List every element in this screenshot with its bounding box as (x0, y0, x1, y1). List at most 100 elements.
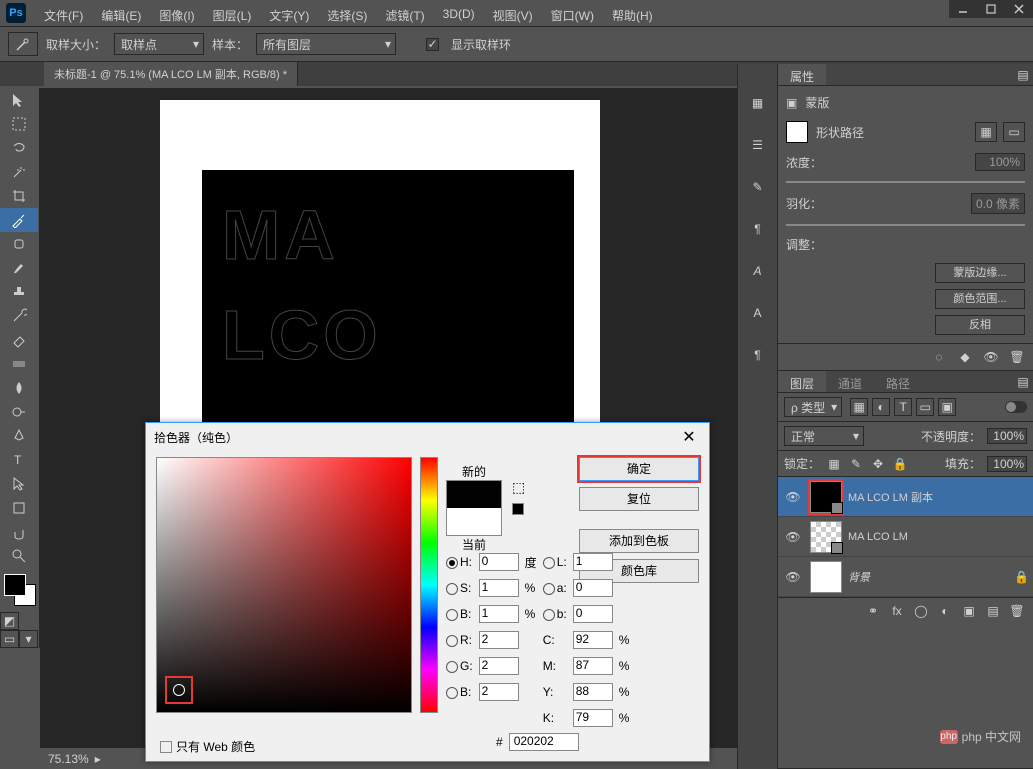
visibility-eye-icon[interactable]: 👁 (782, 570, 804, 584)
layer-row[interactable]: 👁 背景 🔒 (778, 557, 1033, 597)
nearest-web-swatch[interactable] (512, 503, 524, 515)
dock-styles-icon[interactable]: ¶ (743, 340, 773, 370)
cancel-button[interactable]: 复位 (579, 487, 699, 511)
screenmode-menu[interactable]: ▾ (19, 630, 38, 648)
layer-thumb[interactable] (810, 561, 842, 593)
move-tool[interactable] (0, 88, 38, 112)
sample-layers-select[interactable]: 所有图层 (256, 33, 396, 55)
properties-panel-menu[interactable]: ▤ (1013, 64, 1033, 85)
filter-shape-icon[interactable]: ▭ (916, 398, 934, 416)
maximize-button[interactable] (977, 0, 1005, 18)
input-g[interactable]: 2 (479, 657, 519, 675)
dock-swatches-icon[interactable]: ☰ (743, 130, 773, 160)
lasso-tool[interactable] (0, 136, 38, 160)
hue-slider[interactable] (420, 457, 438, 713)
color-range-button[interactable]: 颜色范围... (935, 289, 1025, 309)
menu-image[interactable]: 图像(I) (151, 4, 202, 26)
saturation-value-field[interactable] (156, 457, 412, 713)
radio-b2[interactable] (446, 687, 458, 699)
input-hex[interactable]: 020202 (509, 733, 579, 751)
density-slider[interactable] (786, 181, 1025, 183)
minimize-button[interactable] (949, 0, 977, 18)
brush-tool[interactable] (0, 256, 38, 280)
lock-paint-icon[interactable]: ✎ (848, 456, 864, 472)
add-mask-icon[interactable]: ◯ (911, 602, 931, 620)
toggle-mask-icon[interactable]: 👁 (981, 348, 1001, 366)
tab-channels[interactable]: 通道 (826, 371, 874, 392)
feather-slider[interactable] (786, 224, 1025, 226)
input-r[interactable]: 2 (479, 631, 519, 649)
filter-type-icon[interactable]: T (894, 398, 912, 416)
menu-edit[interactable]: 编辑(E) (93, 4, 149, 26)
menu-help[interactable]: 帮助(H) (604, 4, 661, 26)
screenmode-button[interactable]: ▭ (0, 630, 19, 648)
menu-select[interactable]: 选择(S) (319, 4, 375, 26)
layer-thumb[interactable] (810, 521, 842, 553)
color-swatches[interactable] (0, 572, 39, 612)
dodge-tool[interactable] (0, 400, 38, 424)
layer-row[interactable]: 👁 MA LCO LM (778, 517, 1033, 557)
radio-h[interactable] (446, 557, 458, 569)
layer-name[interactable]: MA LCO LM 副本 (848, 489, 933, 505)
foreground-swatch[interactable] (4, 574, 26, 596)
web-only-checkbox[interactable] (160, 741, 172, 753)
lock-transparent-icon[interactable]: ▦ (826, 456, 842, 472)
fill-value[interactable]: 100% (987, 456, 1027, 472)
input-b[interactable]: 0 (573, 605, 613, 623)
heal-tool[interactable] (0, 232, 38, 256)
wand-tool[interactable] (0, 160, 38, 184)
radio-r[interactable] (446, 635, 458, 647)
blur-tool[interactable] (0, 376, 38, 400)
filter-adjust-icon[interactable]: ◐ (872, 398, 890, 416)
menu-view[interactable]: 视图(V) (485, 4, 541, 26)
tab-properties[interactable]: 属性 (778, 64, 826, 85)
lock-position-icon[interactable]: ✥ (870, 456, 886, 472)
input-c[interactable]: 92 (573, 631, 613, 649)
layer-row[interactable]: 👁 MA LCO LM 副本 (778, 477, 1033, 517)
filter-smart-icon[interactable]: ▣ (938, 398, 956, 416)
crop-tool[interactable] (0, 184, 38, 208)
shape-tool[interactable] (0, 496, 38, 520)
new-group-icon[interactable]: ▣ (959, 602, 979, 620)
dock-character-icon[interactable]: A (743, 256, 773, 286)
filter-pixel-icon[interactable]: ▦ (850, 398, 868, 416)
eyedropper-tool[interactable] (0, 208, 38, 232)
mask-pixel-icon[interactable]: ▦ (975, 122, 997, 142)
marquee-tool[interactable] (0, 112, 38, 136)
layer-name[interactable]: 背景 (848, 569, 870, 585)
tool-preset-picker[interactable] (8, 32, 38, 56)
radio-a[interactable] (543, 583, 555, 595)
history-brush-tool[interactable] (0, 304, 38, 328)
layer-thumb[interactable] (810, 481, 842, 513)
radio-b[interactable] (543, 609, 555, 621)
document-tab[interactable]: 未标题-1 @ 75.1% (MA LCO LM 副本, RGB/8) * (44, 62, 298, 86)
input-a[interactable]: 0 (573, 579, 613, 597)
link-layers-icon[interactable]: ⚭ (863, 602, 883, 620)
ok-button[interactable]: 确定 (579, 457, 699, 481)
dock-brushes-icon[interactable]: ✎ (743, 172, 773, 202)
stamp-tool[interactable] (0, 280, 38, 304)
layer-filter-kind[interactable]: ρ 类型 (784, 397, 842, 417)
mask-vector-icon[interactable]: ▭ (1003, 122, 1025, 142)
blend-mode-select[interactable]: 正常 (784, 426, 864, 446)
layer-filter-toggle[interactable] (1005, 401, 1027, 413)
density-value[interactable]: 100% (975, 153, 1025, 171)
pen-tool[interactable] (0, 424, 38, 448)
input-b2[interactable]: 2 (479, 683, 519, 701)
dock-type-icon[interactable]: A (743, 298, 773, 328)
status-menu-icon[interactable]: ▸ (95, 752, 101, 766)
new-layer-icon[interactable]: ▤ (983, 602, 1003, 620)
type-tool[interactable]: T (0, 448, 38, 472)
visibility-eye-icon[interactable]: 👁 (782, 530, 804, 544)
radio-g[interactable] (446, 661, 458, 673)
input-s[interactable]: 1 (479, 579, 519, 597)
menu-window[interactable]: 窗口(W) (543, 4, 602, 26)
dock-navigator-icon[interactable]: ▦ (743, 88, 773, 118)
menu-type[interactable]: 文字(Y) (261, 4, 317, 26)
delete-mask-icon[interactable]: 🗑 (1007, 348, 1027, 366)
radio-s[interactable] (446, 583, 458, 595)
dock-paragraph-icon[interactable]: ¶ (743, 214, 773, 244)
input-l[interactable]: 1 (573, 553, 613, 571)
path-select-tool[interactable] (0, 472, 38, 496)
input-y[interactable]: 88 (573, 683, 613, 701)
